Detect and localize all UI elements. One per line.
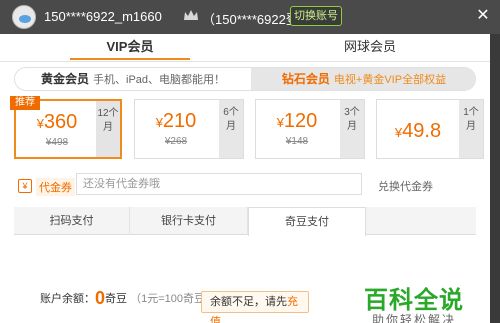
- exchange-voucher-link[interactable]: 兑换代金券: [378, 178, 433, 194]
- tab-qr-pay[interactable]: 扫码支付: [14, 207, 130, 235]
- price-value: ¥360: [36, 111, 78, 133]
- watermark-title: 百科全说: [364, 287, 464, 314]
- membership-level-switch: 黄金会员 手机、iPad、电脑都能用！ 钻石会员 电视+黄金VIP全部权益: [14, 67, 476, 91]
- original-price: ¥148: [285, 136, 309, 147]
- voucher-label: 代金券: [36, 178, 75, 196]
- avatar[interactable]: [12, 5, 36, 29]
- payment-tabs: 扫码支付 银行卡支付 奇豆支付: [14, 207, 476, 236]
- close-icon[interactable]: ✕: [474, 7, 492, 25]
- username: 150****6922_m1660: [44, 9, 162, 24]
- tab-divider: [0, 61, 490, 62]
- price-value: ¥120: [276, 110, 318, 132]
- recommended-badge: 推荐: [10, 96, 40, 110]
- switch-account-button[interactable]: 切换账号: [290, 6, 342, 26]
- diamond-title: 钻石会员: [281, 72, 330, 86]
- tab-tennis[interactable]: 网球会员: [310, 34, 430, 60]
- background-edge: [490, 34, 500, 323]
- warning-text: 余额不足，请先: [210, 296, 287, 308]
- gold-member-option[interactable]: 黄金会员 手机、iPad、电脑都能用！: [15, 68, 251, 90]
- original-price: ¥268: [164, 136, 188, 147]
- diamond-desc: 电视+黄金VIP全部权益: [333, 74, 447, 86]
- duration-label: 12个月: [96, 101, 120, 157]
- balance-label: 账户余额：: [40, 293, 95, 305]
- price-card-6m[interactable]: ¥210 ¥268 6个月: [134, 99, 244, 159]
- diamond-member-option[interactable]: 钻石会员 电视+黄金VIP全部权益: [251, 68, 475, 90]
- tab-qidou-pay[interactable]: 奇豆支付: [248, 207, 366, 236]
- tab-bank-card-pay[interactable]: 银行卡支付: [130, 207, 248, 235]
- avatar-image: [19, 15, 31, 23]
- gold-title: 黄金会员: [40, 72, 89, 86]
- insufficient-balance-notice: 余额不足，请先充值: [201, 291, 309, 323]
- balance-amount: 0: [95, 288, 106, 308]
- title-bar: 150****6922_m1660 （150****6922登录） 切换账号 ✕: [0, 0, 500, 34]
- tab-vip[interactable]: VIP会员: [70, 34, 190, 60]
- voucher-icon: ¥: [18, 179, 32, 193]
- price-value: ¥210: [155, 110, 197, 132]
- watermark-subtitle: 助你轻松解决: [372, 313, 457, 323]
- main-panel: VIP会员 网球会员 黄金会员 手机、iPad、电脑都能用！ 钻石会员 电视+黄金V…: [0, 34, 490, 323]
- price-card-3m[interactable]: ¥120 ¥148 3个月: [255, 99, 365, 159]
- original-price: ¥498: [45, 137, 69, 148]
- duration-label: 6个月: [219, 100, 243, 158]
- price-value: ¥49.8: [394, 120, 442, 142]
- vip-crown-icon: [183, 8, 199, 22]
- duration-label: 3个月: [340, 100, 364, 158]
- voucher-select[interactable]: 还没有代金券哦: [76, 173, 362, 195]
- gold-desc: 手机、iPad、电脑都能用！: [93, 74, 226, 86]
- balance-unit: 奇豆: [105, 293, 128, 305]
- duration-label: 1个月: [459, 100, 483, 158]
- account-balance: 账户余额：0奇豆 （1元=100奇豆）: [40, 288, 216, 309]
- price-card-1m[interactable]: ¥49.8 1个月: [376, 99, 484, 159]
